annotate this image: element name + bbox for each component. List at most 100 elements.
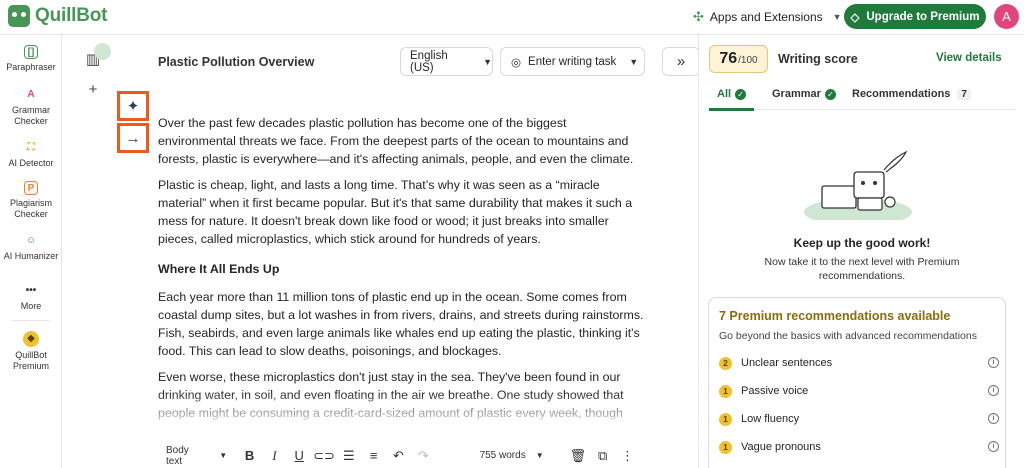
language-value: English (US) bbox=[410, 49, 448, 74]
text-style-value: Body text bbox=[166, 444, 189, 467]
tab-recommendations[interactable]: Recommendations 7 bbox=[852, 88, 971, 100]
double-chevron-right-icon: » bbox=[676, 53, 686, 70]
editor-text-area[interactable]: Over the past few decades plastic pollut… bbox=[158, 114, 646, 436]
ai-sparkle-button[interactable]: ✦ bbox=[117, 91, 149, 121]
user-avatar[interactable]: A bbox=[994, 4, 1019, 29]
paragraph: Over the past few decades plastic pollut… bbox=[158, 116, 634, 166]
copy-button[interactable]: ⧉ bbox=[590, 443, 615, 468]
premium-recommendations-card: 7 Premium recommendations available Go b… bbox=[708, 297, 1006, 468]
count-badge: 2 bbox=[719, 356, 732, 370]
info-icon[interactable]: i bbox=[988, 357, 999, 368]
tab-all[interactable]: All ✓ bbox=[717, 88, 747, 100]
bold-icon: B bbox=[244, 448, 255, 463]
tab-grammar[interactable]: Grammar ✓ bbox=[772, 88, 836, 100]
nav-grammar-checker[interactable]: A Grammar Checker bbox=[0, 88, 62, 127]
arrow-right-icon: → bbox=[125, 129, 141, 147]
score-value: 76 bbox=[719, 50, 738, 67]
keep-up-title: Keep up the good work! bbox=[793, 236, 931, 250]
chevron-down-icon: ▼ bbox=[535, 451, 544, 460]
chevron-down-icon: ▼ bbox=[832, 12, 842, 22]
top-bar: QuillBot ✣ Apps and Extensions ▼ ◇ Upgra… bbox=[0, 0, 1024, 35]
info-icon[interactable]: i bbox=[988, 441, 999, 452]
more-icon: ••• bbox=[25, 285, 37, 296]
plus-icon: + bbox=[88, 80, 98, 98]
nav-label: AI Humanizer bbox=[3, 251, 59, 261]
nav-more[interactable]: ••• More bbox=[0, 284, 62, 312]
chevron-down-icon: ▼ bbox=[219, 451, 228, 460]
apps-and-extensions-menu[interactable]: ✣ Apps and Extensions ▼ bbox=[693, 9, 842, 25]
bullet-list-icon: ☰ bbox=[343, 447, 355, 463]
premium-item-label: Unclear sentences bbox=[741, 357, 833, 369]
ai-continue-button[interactable]: → bbox=[117, 123, 149, 153]
editor-side-tools: ▥ + bbox=[78, 43, 111, 104]
document-title[interactable]: Plastic Pollution Overview bbox=[158, 55, 314, 69]
nav-ai-humanizer[interactable]: ☺ AI Humanizer bbox=[0, 234, 62, 262]
bullet-list-button[interactable]: ☰ bbox=[336, 443, 361, 468]
nav-label: Grammar Checker bbox=[12, 105, 50, 126]
nav-label: More bbox=[20, 301, 42, 311]
apps-and-extensions-label: Apps and Extensions bbox=[709, 10, 823, 24]
collapse-panel-button[interactable]: » bbox=[662, 47, 700, 76]
plagiarism-checker-icon: P bbox=[24, 181, 38, 195]
language-select[interactable]: English (US) ▼ bbox=[400, 47, 493, 76]
info-icon[interactable]: i bbox=[988, 413, 999, 424]
premium-item-low-fluency[interactable]: 1 Low fluency i bbox=[719, 411, 999, 427]
nav-paraphraser[interactable]: [] Paraphraser bbox=[0, 45, 62, 73]
premium-item-label: Passive voice bbox=[741, 385, 809, 397]
sparkle-icon: ✦ bbox=[126, 98, 140, 115]
recommendation-tabs: All ✓ Grammar ✓ Recommendations 7 bbox=[709, 86, 1015, 111]
premium-item-vague-pronouns[interactable]: 1 Vague pronouns i bbox=[719, 439, 999, 455]
puzzle-icon: ✣ bbox=[693, 9, 704, 24]
grammar-checker-icon: A bbox=[27, 89, 35, 100]
paragraph: Plastic is cheap, light, and lasts a lon… bbox=[158, 178, 633, 246]
add-document-button[interactable]: + bbox=[78, 74, 108, 104]
info-icon[interactable]: i bbox=[988, 385, 999, 396]
premium-item-label: Low fluency bbox=[741, 413, 800, 425]
link-icon: ⊂⊃ bbox=[313, 447, 335, 463]
chevron-down-icon: ▼ bbox=[483, 56, 492, 67]
check-icon: ✓ bbox=[735, 88, 747, 100]
premium-card-subtitle: Go beyond the basics with advanced recom… bbox=[719, 330, 977, 342]
score-max: /100 bbox=[738, 55, 758, 66]
redo-button[interactable]: ↷ bbox=[411, 443, 436, 468]
italic-icon: I bbox=[272, 447, 277, 463]
text-style-select[interactable]: Body text ▼ bbox=[150, 443, 227, 468]
numbered-list-icon: ≡ bbox=[369, 448, 378, 463]
target-icon: ◎ bbox=[511, 56, 522, 69]
writing-score-label: Writing score bbox=[778, 52, 858, 66]
text-fade-overlay bbox=[150, 392, 670, 436]
ai-detector-icon: ⛶ bbox=[27, 142, 35, 153]
premium-item-unclear-sentences[interactable]: 2 Unclear sentences i bbox=[719, 355, 999, 371]
more-options-button[interactable]: ⋮ bbox=[615, 443, 640, 468]
nav-plagiarism-checker[interactable]: P Plagiarism Checker bbox=[0, 181, 62, 220]
delete-button[interactable]: 🗑 bbox=[565, 443, 590, 468]
undo-button[interactable]: ↶ bbox=[386, 443, 411, 468]
bold-button[interactable]: B bbox=[237, 443, 262, 468]
view-details-link[interactable]: View details bbox=[936, 52, 1002, 64]
underline-button[interactable]: U bbox=[287, 443, 312, 468]
count-badge: 1 bbox=[719, 440, 732, 454]
diamond-icon: ◇ bbox=[850, 11, 860, 24]
quillbot-logo[interactable]: QuillBot bbox=[8, 5, 107, 27]
nav-label: AI Detector bbox=[8, 158, 54, 168]
premium-item-passive-voice[interactable]: 1 Passive voice i bbox=[719, 383, 999, 399]
word-count-select[interactable]: 755 words ▼ bbox=[466, 443, 558, 468]
word-count-value: 755 words bbox=[479, 450, 526, 461]
italic-button[interactable]: I bbox=[262, 443, 287, 468]
keep-up-subtitle: Now take it to the next level with Premi… bbox=[764, 256, 960, 282]
link-button[interactable]: ⊂⊃ bbox=[312, 443, 337, 468]
writing-task-select[interactable]: ◎ Enter writing task ▼ bbox=[500, 47, 645, 76]
tab-label: Recommendations bbox=[852, 88, 951, 100]
nav-ai-detector[interactable]: ⛶ AI Detector bbox=[0, 141, 62, 169]
ai-actions: ✦ → bbox=[117, 91, 149, 153]
tab-label: Grammar bbox=[772, 88, 821, 100]
nav-label: Paraphraser bbox=[6, 62, 56, 72]
count-badge: 1 bbox=[719, 384, 732, 398]
premium-item-label: Vague pronouns bbox=[741, 441, 821, 453]
chevron-down-icon: ▼ bbox=[629, 56, 639, 67]
tab-label: All bbox=[717, 88, 732, 100]
nav-quillbot-premium[interactable]: ◆ QuillBot Premium bbox=[0, 331, 62, 372]
upgrade-to-premium-button[interactable]: ◇ Upgrade to Premium bbox=[844, 4, 986, 29]
writing-task-placeholder: Enter writing task bbox=[528, 55, 617, 68]
numbered-list-button[interactable]: ≡ bbox=[361, 443, 386, 468]
